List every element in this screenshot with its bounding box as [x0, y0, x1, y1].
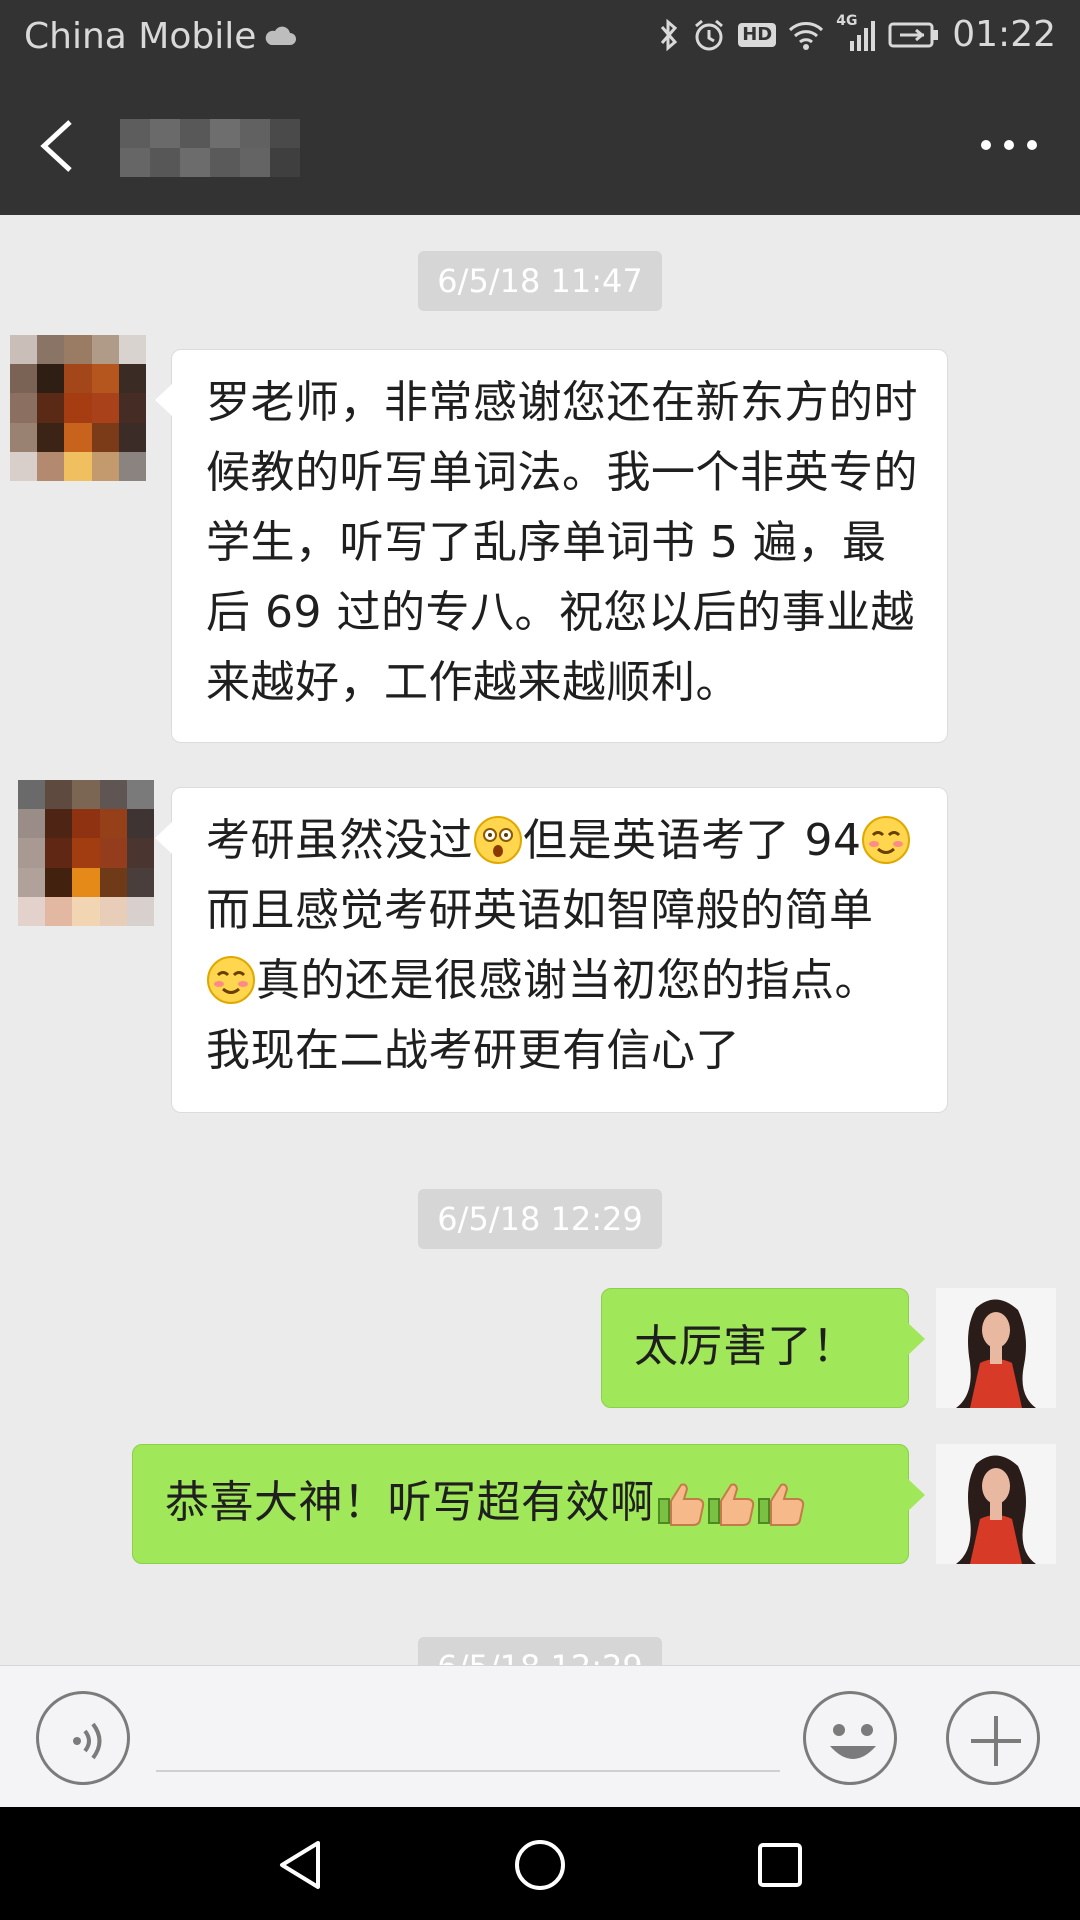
message-timestamp: 6/5/18 11:47	[418, 251, 662, 311]
alarm-icon	[692, 18, 726, 52]
thumbs-up-emoji	[755, 1477, 805, 1527]
chat-title-pixelated	[120, 119, 300, 177]
message-timestamp: 6/5/18 12:29	[418, 1189, 662, 1249]
message-timestamp: 6/5/18 12:29	[418, 1637, 662, 1665]
message-text-part: 考研虽然没过	[206, 815, 473, 866]
cloud-icon	[262, 25, 298, 49]
message-text-part: 恭喜大神！听写超有效啊	[165, 1477, 655, 1528]
my-avatar[interactable]	[936, 1444, 1056, 1564]
chat-header	[0, 75, 1080, 215]
back-button[interactable]	[28, 110, 92, 180]
status-icons: HD 4G 01:22	[658, 13, 1056, 55]
message-text: 恭喜大神！听写超有效啊	[165, 1468, 908, 1538]
emoji-button[interactable]	[803, 1691, 897, 1785]
message-list[interactable]: 6/5/18 11:47 罗老师，非常感谢您还在新东方的时候教的听写单词法。我一…	[0, 215, 1080, 1665]
network-type-label: 4G	[836, 12, 858, 29]
status-bar: China Mobile HD 4G 01:22	[0, 0, 1080, 75]
message-text-part: 而且感觉考研英语如智障般的简单	[206, 885, 874, 936]
contact-avatar[interactable]	[10, 335, 146, 481]
carrier-group: China Mobile	[24, 16, 298, 57]
message-text-part: 但是英语考了 94	[523, 815, 862, 866]
back-arrow-icon	[40, 120, 72, 172]
nav-back-icon	[280, 1841, 320, 1889]
more-button[interactable]	[974, 123, 1044, 167]
hd-badge: HD	[738, 22, 777, 47]
nav-recents-icon	[758, 1843, 802, 1887]
system-nav-bar	[0, 1807, 1080, 1920]
dizzy-face-emoji	[473, 815, 523, 865]
thumbs-up-emoji	[655, 1477, 705, 1527]
wifi-icon	[788, 20, 824, 50]
carrier-name: China Mobile	[24, 16, 257, 57]
thumbs-up-emoji	[705, 1477, 755, 1527]
voice-icon	[73, 1722, 102, 1760]
message-text: 太厉害了！	[634, 1321, 857, 1372]
nav-recents-button[interactable]	[750, 1835, 810, 1895]
emoji-icon	[830, 1724, 876, 1759]
nav-home-button[interactable]	[510, 1835, 570, 1895]
more-dots-icon	[981, 140, 1037, 150]
more-options-button[interactable]	[946, 1691, 1040, 1785]
my-avatar[interactable]	[936, 1288, 1056, 1408]
message-text: 考研虽然没过 但是英语考了 94 而且感觉考研英语如智障般的简单真的还是很感谢当初您…	[206, 806, 923, 1086]
message-text-part: 真的还是很感谢当初您的指点。我现在二战考研更有信心了	[206, 955, 879, 1076]
message-input[interactable]	[156, 1706, 780, 1772]
chat-input-bar	[0, 1665, 1080, 1807]
plus-icon	[971, 1716, 1021, 1766]
bluetooth-icon	[658, 18, 680, 52]
voice-button[interactable]	[36, 1691, 130, 1785]
message-text: 罗老师，非常感谢您还在新东方的时候教的听写单词法。我一个非英专的学生，听写了乱序…	[206, 377, 918, 708]
nav-home-icon	[515, 1840, 565, 1890]
contact-avatar[interactable]	[18, 780, 154, 926]
blush-emoji	[861, 815, 911, 865]
outgoing-message-bubble[interactable]: 太厉害了！	[601, 1288, 925, 1408]
blush-emoji	[206, 955, 256, 1005]
battery-charging-icon	[888, 21, 940, 49]
nav-back-button[interactable]	[270, 1835, 330, 1895]
incoming-message-bubble[interactable]: 罗老师，非常感谢您还在新东方的时候教的听写单词法。我一个非英专的学生，听写了乱序…	[155, 349, 948, 743]
incoming-message-bubble[interactable]: 考研虽然没过 但是英语考了 94 而且感觉考研英语如智障般的简单真的还是很感谢当初您…	[155, 787, 948, 1113]
outgoing-message-bubble[interactable]: 恭喜大神！听写超有效啊	[132, 1444, 925, 1564]
signal-icon: 4G	[836, 13, 876, 51]
clock-time: 01:22	[952, 14, 1056, 55]
